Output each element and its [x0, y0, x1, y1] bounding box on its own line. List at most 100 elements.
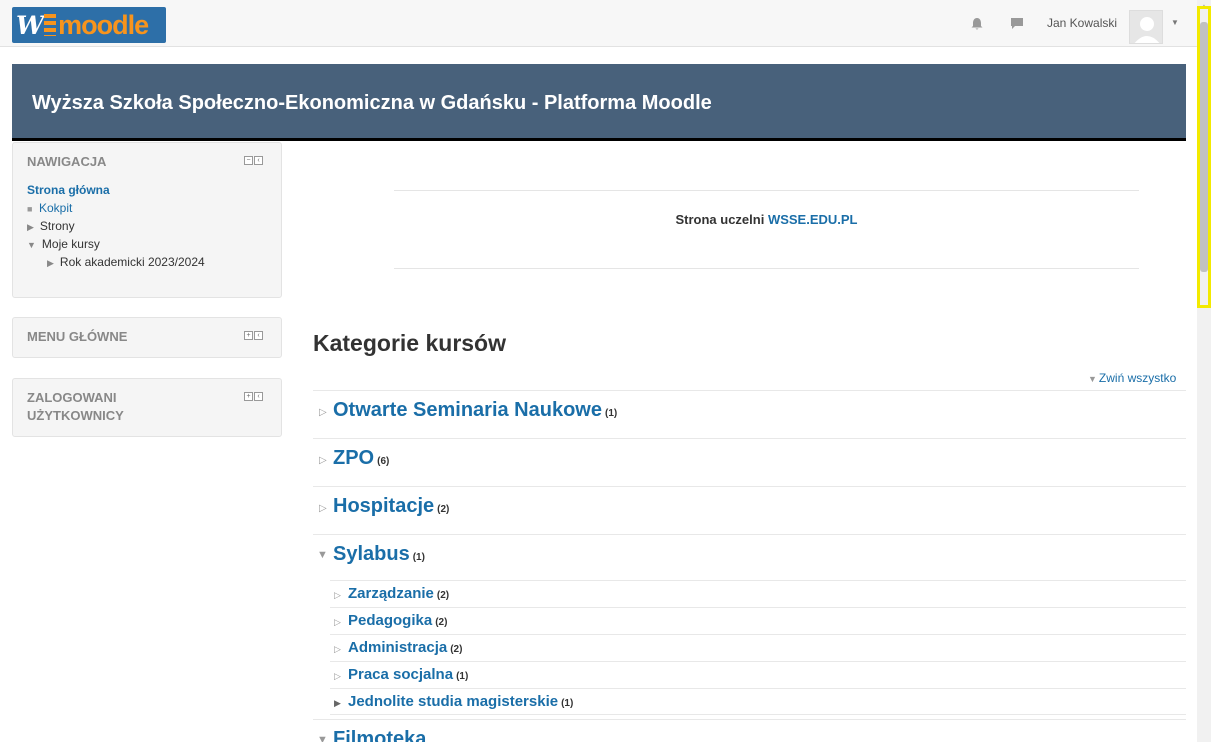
category-name[interactable]: ZPO (6): [333, 447, 389, 470]
category-name[interactable]: Hospitacje (2): [333, 495, 449, 518]
logged-users-block-title: ZALOGOWANI UŻYTKOWNICY: [27, 389, 124, 425]
nav-item-dashboard[interactable]: ■ Kokpit: [27, 199, 205, 217]
collapse-block-icon[interactable]: −: [244, 156, 253, 165]
messages-icon[interactable]: [1010, 17, 1024, 31]
category-name[interactable]: Sylabus (1): [333, 543, 425, 566]
subcategory-count: (1): [456, 671, 469, 682]
course-categories-title: Kategorie kursów: [313, 330, 506, 356]
divider-top: [394, 190, 1139, 191]
nav-item-academic-year[interactable]: ▶ Rok akademicki 2023/2024: [27, 253, 205, 271]
site-title: Wyższa Szkoła Społeczno-Ekonomiczna w Gd…: [32, 92, 712, 114]
category-name[interactable]: Filmoteka: [333, 728, 429, 742]
highlight-box: [1197, 6, 1211, 308]
category-label[interactable]: Otwarte Seminaria Naukowe: [333, 399, 602, 421]
university-link-text: Strona uczelni WSSE.EDU.PL: [394, 212, 1139, 227]
nav-item-home[interactable]: Strona główna: [27, 181, 205, 199]
dock-block-icon[interactable]: ‹: [254, 331, 263, 340]
user-name[interactable]: Jan Kowalski: [1047, 16, 1117, 30]
navigation-block-title: NAWIGACJA: [27, 154, 107, 169]
top-navbar: W moodle Jan Kowalski ▼: [0, 0, 1197, 47]
divider-bottom: [394, 268, 1139, 269]
expand-arrow-icon[interactable]: ▷: [319, 503, 327, 514]
block-controls: − ‹: [244, 156, 263, 165]
expand-arrow-icon[interactable]: ▷: [319, 455, 327, 466]
logged-users-block: ZALOGOWANI UŻYTKOWNICY + ‹: [12, 378, 282, 437]
main-menu-block-title: MENU GŁÓWNE: [27, 329, 128, 344]
navigation-tree: Strona główna ■ Kokpit ▶ Strony ▼ Moje kurs…: [27, 181, 205, 271]
category-count: (2): [437, 504, 450, 515]
page-header-banner: Wyższa Szkoła Społeczno-Ekonomiczna w Gd…: [12, 64, 1186, 141]
expand-arrow-icon[interactable]: ▷: [319, 407, 327, 418]
category-label[interactable]: Sylabus: [333, 543, 410, 565]
subcategory-row[interactable]: ▷ Zarządzanie (2): [330, 580, 1186, 607]
logo-letter: W: [16, 10, 44, 40]
category-label[interactable]: Hospitacje: [333, 495, 434, 517]
expand-block-icon[interactable]: +: [244, 392, 253, 401]
university-site-link[interactable]: WSSE.EDU.PL: [768, 212, 858, 227]
subcategory-count: (2): [436, 590, 450, 601]
subcategory-label[interactable]: Pedagogika: [348, 612, 432, 629]
category-count: (1): [412, 552, 425, 563]
expand-arrow-icon[interactable]: ▶: [27, 218, 34, 236]
nav-item-pages[interactable]: ▶ Strony: [27, 217, 205, 235]
expand-arrow-icon[interactable]: ▶: [334, 698, 341, 709]
notification-bell-icon[interactable]: [970, 17, 984, 31]
logged-users-title-line1: ZALOGOWANI: [27, 390, 117, 405]
expand-arrow-icon[interactable]: ▷: [334, 617, 341, 628]
collapse-all-link[interactable]: ▼ Zwiń wszystko: [1088, 371, 1176, 385]
category-label[interactable]: Filmoteka: [333, 728, 426, 742]
category-row[interactable]: ▷ Otwarte Seminaria Naukowe (1): [313, 390, 1186, 438]
collapse-arrow-icon[interactable]: ▼: [317, 549, 328, 561]
subcategory-label[interactable]: Praca socjalna: [348, 666, 453, 683]
expand-arrow-icon[interactable]: ▶: [47, 254, 54, 272]
subcategory-count: (1): [561, 698, 574, 709]
collapse-arrow-icon: ▼: [1088, 374, 1097, 384]
subcategory-row[interactable]: ▷ Praca socjalna (1): [330, 661, 1186, 688]
subcategory-row[interactable]: ▷ Administracja (2): [330, 634, 1186, 661]
nav-item-my-courses[interactable]: ▼ Moje kursy: [27, 235, 205, 253]
expand-arrow-icon[interactable]: ▷: [334, 644, 341, 655]
subcategory-label[interactable]: Jednolite studia magisterskie: [348, 693, 558, 710]
subcategory-label[interactable]: Zarządzanie: [348, 585, 434, 602]
site-logo[interactable]: W moodle: [12, 7, 166, 43]
subcategory-name[interactable]: Administracja (2): [348, 639, 462, 656]
logged-users-title-line2: UŻYTKOWNICY: [27, 408, 124, 423]
subcategory-row[interactable]: ▷ Pedagogika (2): [330, 607, 1186, 634]
logo-moodle-text: moodle: [58, 9, 149, 40]
subcategory-count: (2): [450, 644, 463, 655]
user-avatar-icon: [1134, 17, 1160, 43]
collapse-arrow-icon[interactable]: ▼: [27, 236, 36, 254]
main-menu-block: MENU GŁÓWNE + ‹: [12, 317, 282, 358]
subcategory-row[interactable]: ▶ Jednolite studia magisterskie (1): [330, 688, 1186, 715]
expand-arrow-icon[interactable]: ▷: [334, 671, 341, 682]
category-row[interactable]: ▼ Sylabus (1): [313, 534, 1186, 582]
collapse-all-label[interactable]: Zwiń wszystko: [1099, 371, 1176, 385]
nav-item-label[interactable]: Kokpit: [39, 201, 72, 215]
collapse-arrow-icon[interactable]: ▼: [317, 734, 328, 742]
category-label[interactable]: ZPO: [333, 447, 374, 469]
logo-bars: [44, 14, 57, 36]
subcategory-name[interactable]: Praca socjalna (1): [348, 666, 468, 683]
user-menu-caret-icon[interactable]: ▼: [1171, 18, 1179, 27]
dock-block-icon[interactable]: ‹: [254, 156, 263, 165]
dock-block-icon[interactable]: ‹: [254, 392, 263, 401]
category-name[interactable]: Otwarte Seminaria Naukowe (1): [333, 399, 617, 422]
university-link-prefix: Strona uczelni: [675, 212, 768, 227]
nav-item-label[interactable]: Rok akademicki 2023/2024: [60, 255, 205, 269]
category-count: (1): [604, 408, 618, 419]
user-avatar[interactable]: [1129, 10, 1163, 44]
subcategory-name[interactable]: Jednolite studia magisterskie (1): [348, 693, 573, 710]
category-count: (6): [377, 456, 390, 467]
block-controls: + ‹: [244, 392, 263, 401]
subcategory-count: (2): [435, 617, 448, 628]
nav-item-label[interactable]: Moje kursy: [42, 237, 100, 251]
expand-arrow-icon[interactable]: ▷: [334, 590, 341, 601]
nav-item-label[interactable]: Strony: [40, 219, 75, 233]
category-row[interactable]: ▼ Filmoteka: [313, 719, 1186, 742]
subcategory-label[interactable]: Administracja: [348, 639, 447, 656]
expand-block-icon[interactable]: +: [244, 331, 253, 340]
subcategory-name[interactable]: Pedagogika (2): [348, 612, 447, 629]
category-row[interactable]: ▷ Hospitacje (2): [313, 486, 1186, 534]
subcategory-name[interactable]: Zarządzanie (2): [348, 585, 449, 602]
category-row[interactable]: ▷ ZPO (6): [313, 438, 1186, 486]
